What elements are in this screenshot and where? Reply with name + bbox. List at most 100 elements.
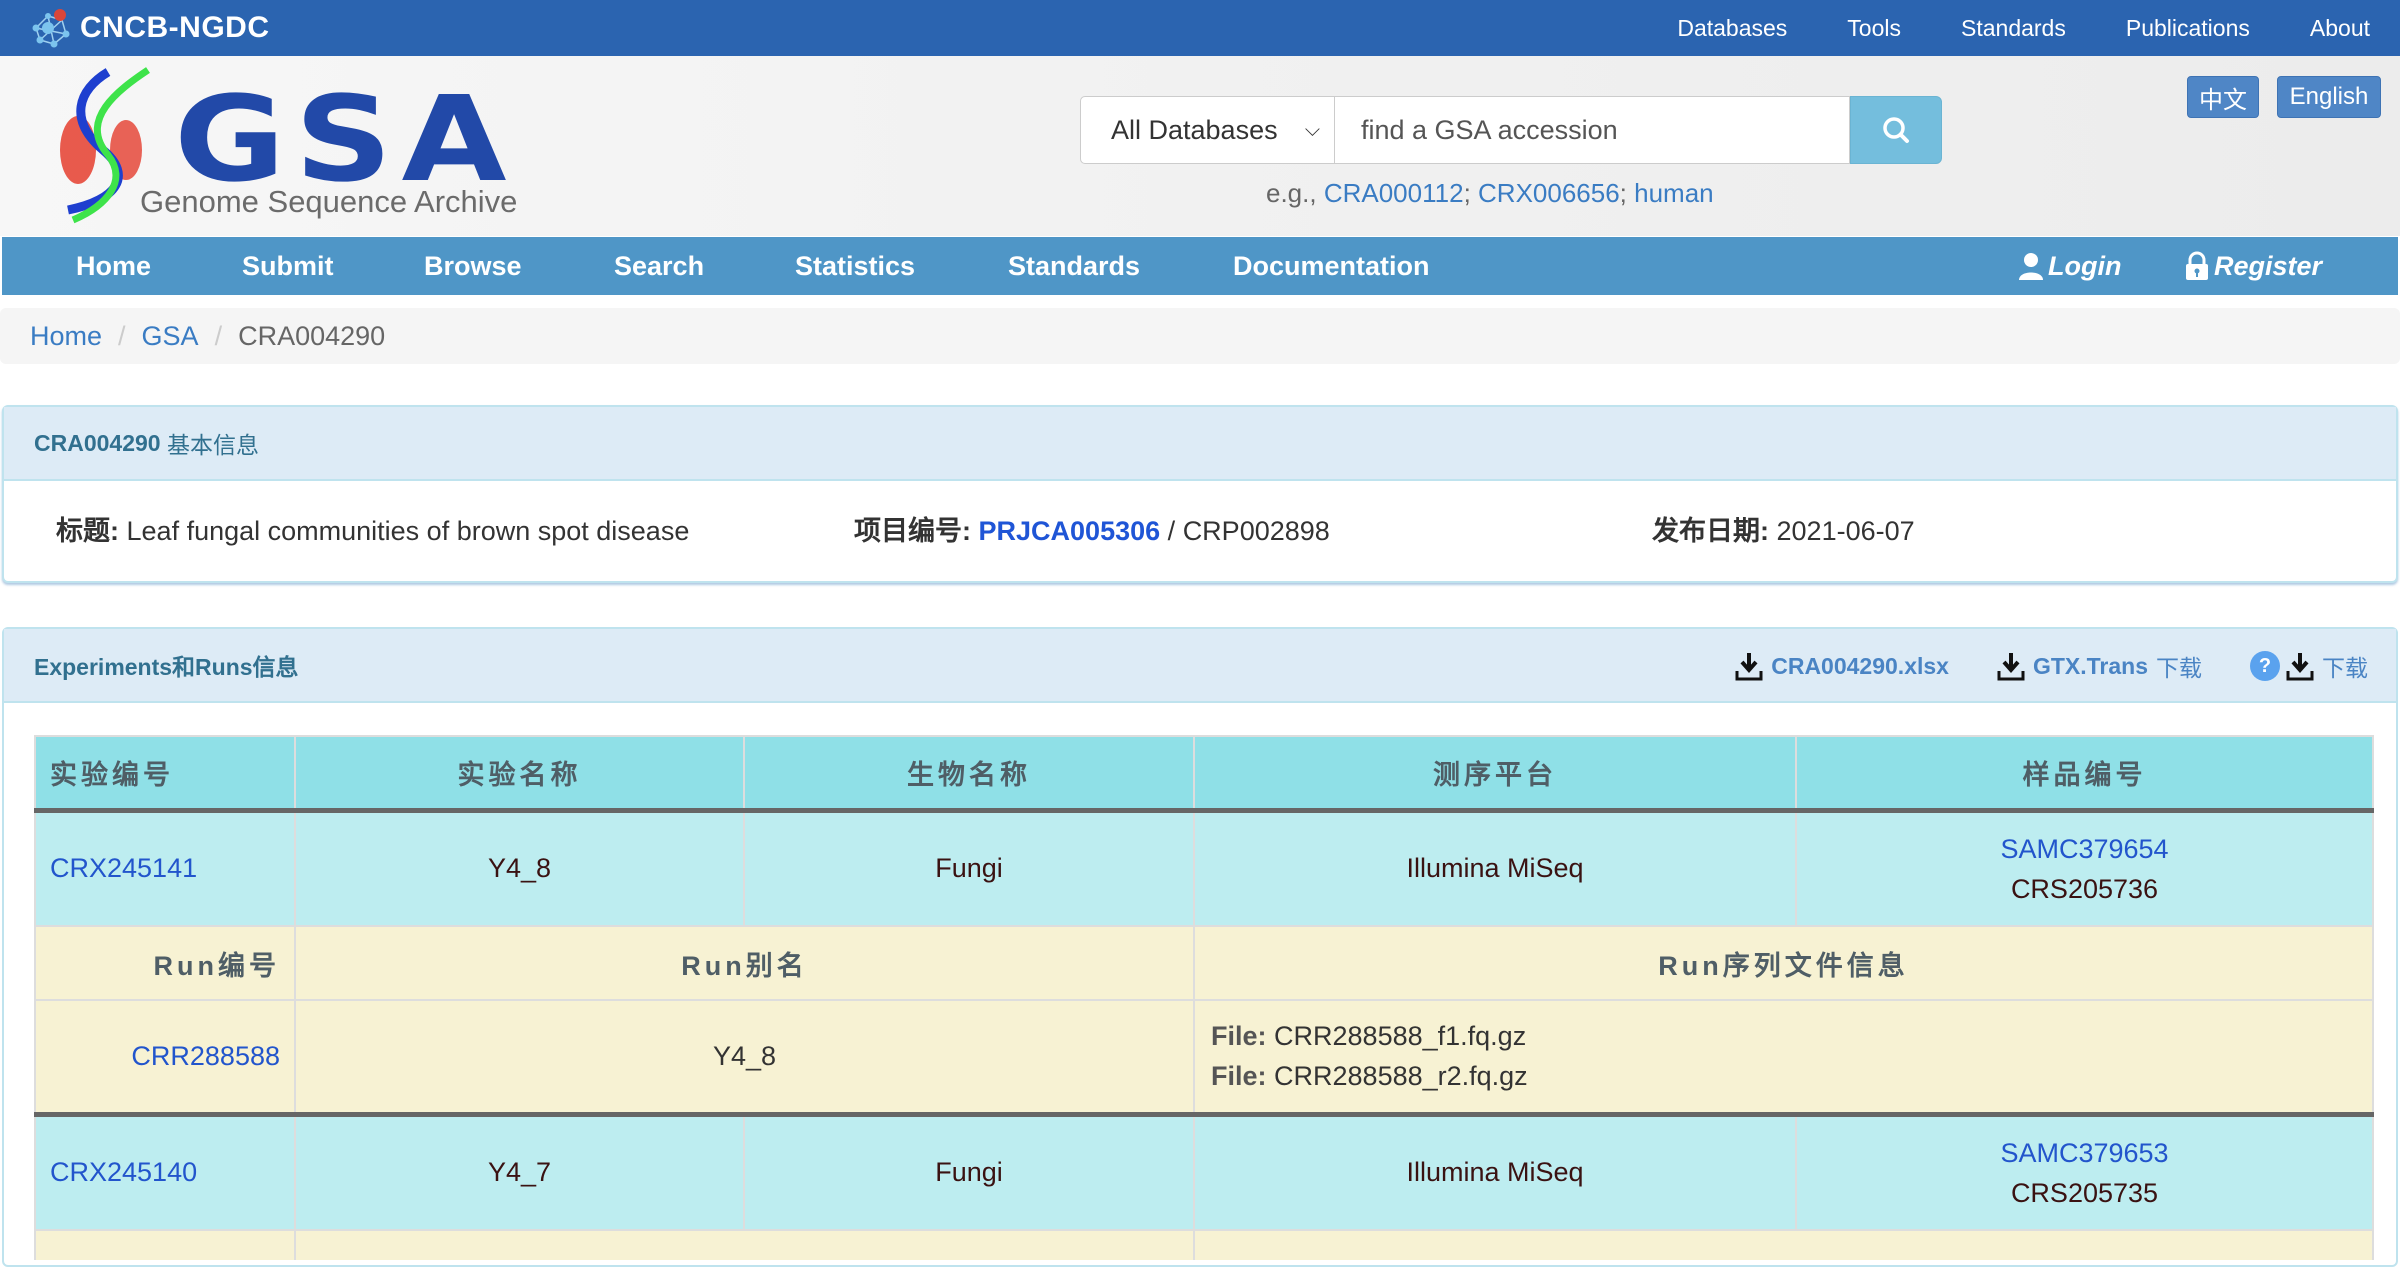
run-row: CRR288588 Y4_8 File: CRR288588_f1.fq.gz … [34,999,2374,1117]
sample-cell: SAMC379654 CRS205736 [1795,809,2374,927]
help-icon[interactable]: ? [2250,651,2280,681]
language-english-button[interactable]: English [2277,76,2381,118]
col-header-run-files: Run序列文件信息 [1193,925,2374,1001]
sample-alt-id: CRS205735 [2010,1177,2159,1208]
database-select[interactable]: All Databases ⌵ [1080,96,1335,164]
release-date-value: 2021-06-07 [1776,516,1915,546]
examples-prefix: e.g., [1266,178,1317,208]
gsa-logo[interactable]: GSA Genome Sequence Archive [48,60,528,230]
run-header-row-partial [34,1229,2374,1260]
run-file-item: File: CRR288588_f1.fq.gz [1211,1016,2372,1056]
col-header-sample-id: 样品编号 [1795,735,2374,813]
site-header: GSA Genome Sequence Archive All Database… [0,56,2400,236]
sample-id-link[interactable]: SAMC379654 [2000,834,2168,864]
basic-info-heading: CRA004290 基本信息 [4,407,2396,481]
sample-id-link[interactable]: SAMC379653 [2000,1138,2168,1168]
search-form: All Databases ⌵ [1080,96,1942,164]
brand-name: CNCB-NGDC [80,11,270,44]
nav-statistics[interactable]: Statistics [795,237,915,295]
top-nav-about[interactable]: About [2310,15,2370,42]
gtx-label: GTX.Trans [2032,652,2148,679]
experiment-id-link[interactable]: CRX245141 [50,853,197,883]
project-id-link[interactable]: PRJCA005306 [979,516,1161,546]
platform-cell: Illumina MiSeq [1193,809,1797,927]
download-icon [1997,653,2025,681]
nav-standards[interactable]: Standards [1008,237,1140,295]
run-files-cell: File: CRR288588_f1.fq.gz File: CRR288588… [1193,999,2374,1117]
stub-cell [34,1229,296,1260]
project-separator: / [1167,516,1176,546]
logo-subtitle: Genome Sequence Archive [140,184,518,219]
nav-submit[interactable]: Submit [242,237,334,295]
file-label: File: [1211,1021,1267,1052]
sample-alt-id: CRS205736 [2010,873,2159,904]
basic-info-heading-label: 基本信息 [166,432,259,458]
register-link[interactable]: Register [2184,237,2322,295]
nav-home[interactable]: Home [76,237,151,295]
language-chinese-button[interactable]: 中文 [2187,76,2259,118]
download-gtx-link[interactable]: GTX.Trans 下载 [1997,649,2202,683]
top-bar: CNCB-NGDC Databases Tools Standards Publ… [0,0,2400,56]
download-icon [2286,653,2314,681]
download-links: CRA004290.xlsx GTX.Trans 下载 ? 下载 [1687,629,2368,703]
stub-cell [1193,1229,2374,1260]
nav-browse[interactable]: Browse [424,237,522,295]
search-input[interactable] [1335,96,1850,164]
experiments-panel: Experiments和Runs信息 CRA004290.xlsx GTX.Tr… [2,627,2398,1267]
nav-documentation[interactable]: Documentation [1233,237,1430,295]
nav-search[interactable]: Search [614,237,704,295]
example-link-crx[interactable]: CRX006656 [1478,178,1620,208]
experiment-row: CRX245140 Y4_7 Fungi Illumina MiSeq SAMC… [34,1113,2374,1231]
run-file-item: File: CRR288588_r2.fq.gz [1211,1056,2372,1096]
breadcrumb-current: CRA004290 [238,320,386,351]
example-link-cra[interactable]: CRA000112 [1324,178,1464,208]
logo-title: GSA [174,70,516,208]
title-label: 标题: [56,516,119,546]
release-date-field: 发布日期: 2021-06-07 [1652,481,1915,581]
basic-info-body: 标题: Leaf fungal communities of brown spo… [4,481,2396,581]
file-name: CRR288588_f1.fq.gz [1274,1021,1527,1052]
download-icon [1735,653,1763,681]
experiments-heading-label: Experiments和Runs信息 [34,654,299,680]
example-link-human[interactable]: human [1634,178,1714,208]
col-header-experiment-name: 实验名称 [294,735,745,813]
xlsx-label: CRA004290.xlsx [1771,652,1949,679]
project-label: 项目编号: [854,516,971,546]
run-header-row: Run编号 Run别名 Run序列文件信息 [34,925,2374,1001]
title-value: Leaf fungal communities of brown spot di… [126,516,690,546]
main-nav: Home Submit Browse Search Statistics Sta… [2,237,2398,295]
lock-icon [2186,251,2208,280]
brand-home-link[interactable]: CNCB-NGDC [28,6,269,50]
breadcrumb-gsa[interactable]: GSA [142,321,199,352]
experiment-name-cell: Y4_7 [294,1113,745,1231]
run-alias-cell: Y4_8 [294,999,1195,1117]
breadcrumb: Home / GSA / CRA004290 [0,308,2400,364]
top-nav-publications[interactable]: Publications [2126,15,2250,42]
database-select-value: All Databases [1111,114,1278,145]
breadcrumb-home[interactable]: Home [30,321,102,352]
download-label: 下载 [2322,655,2368,681]
basic-info-accession: CRA004290 [34,429,161,456]
login-link[interactable]: Login [2018,237,2121,295]
project-field: 项目编号: PRJCA005306 / CRP002898 [854,481,1330,581]
chevron-down-icon: ⌵ [1304,119,1320,141]
experiment-id-cell: CRX245141 [34,809,296,927]
platform-cell: Illumina MiSeq [1193,1113,1797,1231]
experiment-id-link[interactable]: CRX245140 [50,1157,197,1187]
search-button[interactable] [1850,96,1942,164]
top-nav-standards[interactable]: Standards [1961,15,2066,42]
download-xlsx-link[interactable]: CRA004290.xlsx [1735,651,1949,681]
run-id-link[interactable]: CRR288588 [131,1041,280,1071]
top-nav: Databases Tools Standards Publications A… [1677,0,2370,56]
col-header-run-alias: Run别名 [294,925,1195,1001]
experiment-row: CRX245141 Y4_8 Fungi Illumina MiSeq SAMC… [34,809,2374,927]
release-date-label: 发布日期: [1652,516,1769,546]
top-nav-databases[interactable]: Databases [1677,15,1787,42]
col-header-platform: 测序平台 [1193,735,1797,813]
download-link[interactable]: ? 下载 [2250,649,2368,683]
search-examples: e.g., CRA000112; CRX006656; human [1266,178,1714,208]
top-nav-tools[interactable]: Tools [1847,15,1901,42]
login-label: Login [2048,251,2122,281]
experiment-id-cell: CRX245140 [34,1113,296,1231]
experiment-header-row: 实验编号 实验名称 生物名称 测序平台 样品编号 [34,735,2374,813]
